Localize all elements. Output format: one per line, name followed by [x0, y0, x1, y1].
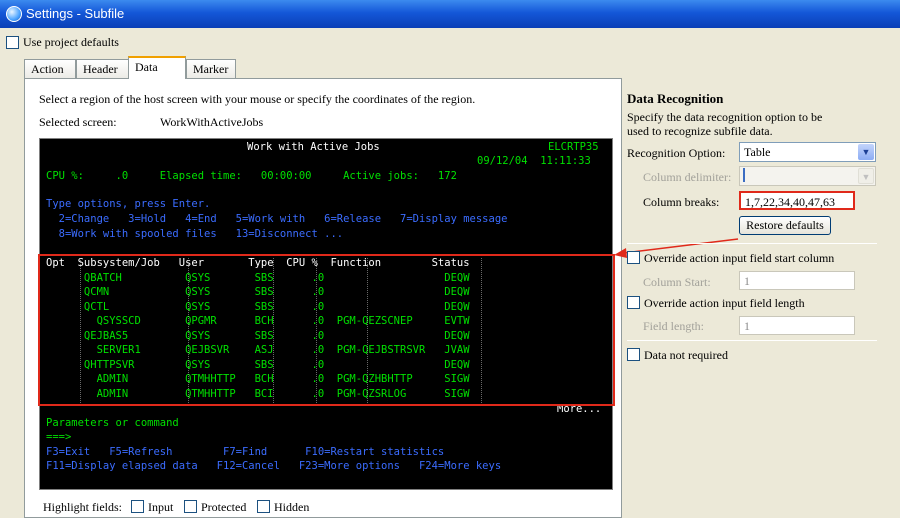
chevron-down-icon[interactable]: ▼	[858, 168, 874, 184]
terminal-more: More...	[557, 403, 602, 415]
divider	[627, 340, 877, 341]
terminal-title: Work with Active Jobs	[247, 141, 380, 153]
host-screen[interactable]: Work with Active Jobs ELCRTP35 09/12/04 …	[39, 138, 613, 490]
selected-screen-label: Selected screen:	[39, 115, 117, 129]
terminal-row[interactable]: QCMN QSYS SBS .0 DEQW	[46, 286, 470, 299]
terminal-datetime: 09/12/04 11:11:33	[477, 155, 591, 167]
highlight-protected-checkbox[interactable]	[184, 500, 197, 513]
settings-app-icon	[6, 6, 22, 22]
window-title: Settings - Subfile	[26, 6, 125, 21]
terminal-row[interactable]: QEJBAS5 QSYS SBS .0 DEQW	[46, 330, 470, 343]
highlight-hidden-label: Hidden	[274, 500, 310, 514]
terminal-fkeys1: F3=Exit F5=Refresh F7=Find F10=Restart s…	[46, 446, 445, 458]
column-start-label: Column Start:	[643, 275, 711, 289]
recognition-description-2: used to recognize subfile data.	[627, 124, 773, 138]
column-break-line	[188, 258, 189, 403]
restore-defaults-button[interactable]: Restore defaults	[739, 216, 831, 235]
highlight-protected-label: Protected	[201, 500, 247, 514]
terminal-row[interactable]: QHTTPSVR QSYS SBS .0 DEQW	[46, 359, 470, 372]
terminal-row[interactable]: QCTL QSYS SBS .0 DEQW	[46, 301, 470, 314]
terminal-prompt: ===>	[46, 431, 72, 443]
tab-marker[interactable]: Marker	[186, 59, 236, 78]
title-bar: Settings - Subfile	[0, 0, 900, 28]
override-start-column-checkbox[interactable]	[627, 251, 640, 264]
column-break-line	[316, 258, 317, 403]
data-not-required-checkbox[interactable]	[627, 348, 640, 361]
field-length-label: Field length:	[643, 319, 704, 333]
terminal-options-line2: 8=Work with spooled files 13=Disconnect …	[46, 228, 344, 240]
highlight-fields-label: Highlight fields:	[43, 500, 122, 514]
use-project-defaults-label: Use project defaults	[23, 35, 119, 49]
terminal-system: ELCRTP35	[548, 141, 599, 153]
tab-data[interactable]: Data	[128, 56, 186, 79]
recognition-option-select[interactable]: Table ▼	[739, 142, 876, 162]
recognition-option-label: Recognition Option:	[627, 146, 726, 160]
tab-action[interactable]: Action	[24, 59, 76, 78]
terminal-row[interactable]: QBATCH QSYS SBS .0 DEQW	[46, 272, 470, 285]
selected-screen-value: WorkWithActiveJobs	[160, 115, 264, 129]
column-break-line	[80, 258, 81, 403]
recognition-option-value: Table	[744, 145, 771, 159]
highlight-hidden-checkbox[interactable]	[257, 500, 270, 513]
divider	[627, 243, 877, 244]
highlight-input-checkbox[interactable]	[131, 500, 144, 513]
column-breaks-label: Column breaks:	[643, 195, 720, 209]
use-project-defaults-checkbox[interactable]	[6, 36, 19, 49]
column-break-line	[481, 258, 482, 403]
column-delimiter-label: Column delimiter:	[643, 170, 732, 184]
override-start-column-label: Override action input field start column	[644, 251, 835, 265]
field-length-input[interactable]: 1	[739, 316, 855, 335]
terminal-row[interactable]: QSYSSCD QPGMR BCH .0 PGM-QEZSCNEP EVTW	[46, 315, 470, 328]
recognition-description-1: Specify the data recognition option to b…	[627, 110, 823, 124]
data-recognition-title: Data Recognition	[627, 91, 724, 106]
data-not-required-label: Data not required	[644, 348, 728, 362]
column-break-line	[273, 258, 274, 403]
terminal-params: Parameters or command	[46, 417, 179, 429]
instruction-text: Select a region of the host screen with …	[39, 92, 476, 106]
tab-header[interactable]: Header	[76, 59, 130, 78]
chevron-down-icon[interactable]: ▼	[858, 144, 874, 160]
column-breaks-input[interactable]: 1,7,22,34,40,47,63	[739, 191, 855, 210]
terminal-options-line1: 2=Change 3=Hold 4=End 5=Work with 6=Rele…	[46, 213, 508, 225]
override-field-length-checkbox[interactable]	[627, 296, 640, 309]
highlight-input-label: Input	[148, 500, 174, 514]
terminal-fkeys2: F11=Display elapsed data F12=Cancel F23=…	[46, 460, 502, 472]
terminal-row[interactable]: ADMIN QTMHHTTP BCI .0 PGM-QZSRLOG SIGW	[46, 388, 470, 401]
override-field-length-label: Override action input field length	[644, 296, 805, 310]
column-start-input[interactable]: 1	[739, 271, 855, 290]
column-break-line	[367, 258, 368, 403]
terminal-type-options: Type options, press Enter.	[46, 198, 211, 210]
terminal-cpu-line: CPU %: .0 Elapsed time: 00:00:00 Active …	[46, 170, 457, 182]
terminal-row[interactable]: ADMIN QTMHHTTP BCH .0 PGM-QZHBHTTP SIGW	[46, 373, 470, 386]
terminal-row[interactable]: SERVER1 QEJBSVR ASJ .0 PGM-QEJBSTRSVR JV…	[46, 344, 470, 357]
text-cursor	[743, 168, 745, 182]
terminal-column-header: Opt Subsystem/Job User Type CPU % Functi…	[46, 257, 470, 269]
column-delimiter-select[interactable]: ▼	[739, 166, 876, 186]
